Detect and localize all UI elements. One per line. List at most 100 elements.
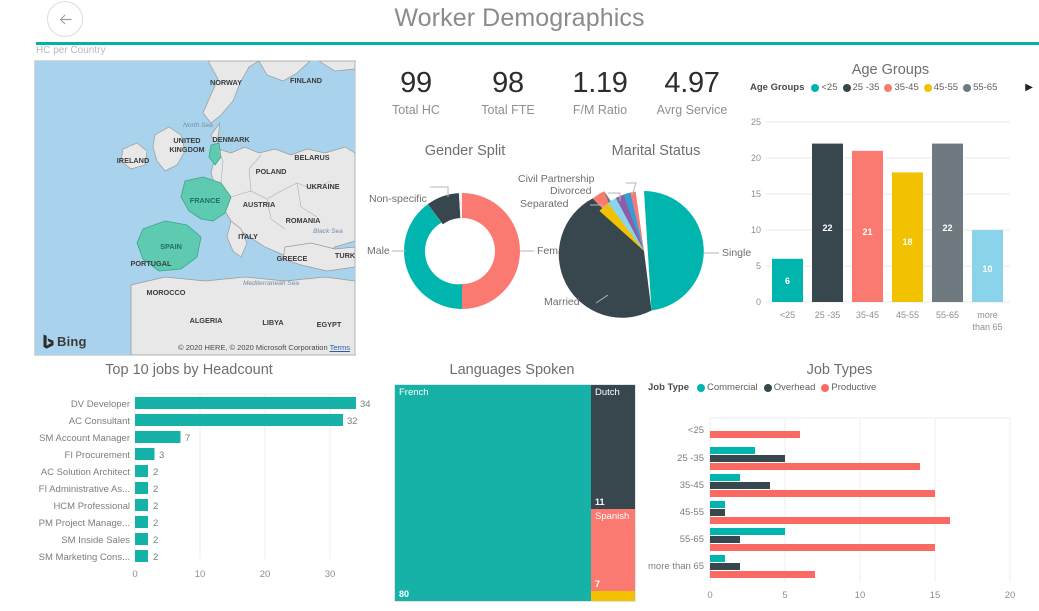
jtbar-35-45-productive[interactable] [710,490,935,497]
legend-dot-productive [821,383,830,392]
svg-text:AC Consultant: AC Consultant [69,416,131,427]
legend-item-25-35[interactable]: 25 -35 [842,82,880,93]
svg-text:than 65: than 65 [972,322,1002,332]
svg-text:30: 30 [325,569,336,580]
jobbar-dv-developer[interactable] [135,397,356,409]
job-types-title: Job Types [806,362,873,378]
legend-dot-55-65 [963,83,972,92]
svg-text:6: 6 [785,276,790,286]
svg-text:25: 25 [751,117,761,127]
kpi-fm-ratio[interactable]: 1.19 F/M Ratio [554,66,646,136]
treemap-tile-other[interactable] [591,591,635,601]
svg-text:UNITED: UNITED [173,136,200,145]
chevron-right-icon[interactable]: ▶ [1025,82,1033,93]
svg-text:UKRAINE: UKRAINE [306,182,339,191]
legend-label-55-65: 55-65 [973,82,998,93]
legend-item-productive[interactable]: Productive [821,382,876,393]
legend-item-55-65[interactable]: 55-65 [963,82,997,93]
accent-divider [36,42,1039,45]
treemap-label-french: French [399,387,429,398]
treemap-tile-dutch[interactable]: Dutch 11 [591,385,635,509]
svg-text:15: 15 [751,189,761,199]
slice-male[interactable] [404,204,462,309]
jtbar-25-35-commercial[interactable] [710,447,755,454]
jtbar-35-45-commercial[interactable] [710,474,740,481]
jtbar-55-65-productive[interactable] [710,544,935,551]
jtbar-more65-commercial[interactable] [710,555,725,562]
languages-spoken-title: Languages Spoken [449,362,575,378]
kpi-total-hc[interactable]: 99 Total HC [370,66,462,136]
legend-item-overhead[interactable]: Overhead [763,382,815,393]
svg-text:15: 15 [930,590,941,601]
age-groups-plot: 25 20 15 10 5 0 6 22 21 18 22 10 <25 25 … [742,114,1039,354]
jtbar-more65-overhead[interactable] [710,563,740,570]
jtbar-35-45-overhead[interactable] [710,482,770,489]
kpi-total-fte[interactable]: 98 Total FTE [462,66,554,136]
svg-text:0: 0 [756,297,761,307]
kpi-total-hc-value: 99 [400,67,432,99]
map-terms-link[interactable]: Terms [330,343,350,352]
marital-label-married: Married [544,296,580,308]
jt-group-55-65 [710,528,935,551]
jobbar-ac-solution-architect[interactable] [135,465,148,477]
kpi-fm-ratio-value: 1.19 [572,67,628,99]
svg-text:22: 22 [822,223,832,233]
svg-text:BELARUS: BELARUS [294,153,329,162]
treemap-tile-french[interactable]: French 80 [395,385,591,601]
legend-label-45-55: 45-55 [933,82,959,93]
svg-text:5: 5 [782,590,787,601]
svg-text:2: 2 [153,535,158,546]
jobbar-sm-account-manager[interactable] [135,431,181,443]
legend-label-25-35: 25 -35 [852,82,880,93]
jobbar-sm-marketing-cons[interactable] [135,550,148,562]
bing-label: Bing [57,334,87,349]
jtbar-45-55-commercial[interactable] [710,501,725,508]
jtbar-55-65-commercial[interactable] [710,528,785,535]
svg-text:35-45: 35-45 [680,480,704,491]
jtbar-25-35-productive[interactable] [710,463,920,470]
kpi-avrg-service[interactable]: 4.97 Avrg Service [646,66,738,136]
jobbar-fi-procurement[interactable] [135,448,155,460]
legend-item-35-45[interactable]: 35-45 [884,82,919,93]
svg-text:more: more [977,310,998,320]
hc-per-country-map[interactable]: NORWAY FINLAND DENMARK UNITED KINGDOM IR… [34,60,356,356]
svg-text:North Sea: North Sea [183,122,213,129]
legend-label-commercial: Commercial [707,382,758,393]
languages-spoken-chart[interactable]: Languages Spoken French 80 Dutch 11 Span… [386,362,638,606]
svg-text:2: 2 [153,467,158,478]
job-types-chart[interactable]: Job Types Job Type Commercial Overhead P… [640,362,1039,606]
legend-dot-overhead [763,383,772,392]
jtbar-more65-productive[interactable] [710,571,815,578]
legend-item-45-55[interactable]: 45-55 [923,82,959,93]
jtbar-45-55-productive[interactable] [710,517,950,524]
svg-text:MOROCCO: MOROCCO [147,288,186,297]
jobbar-fi-administrative[interactable] [135,482,148,494]
legend-item-commercial[interactable]: Commercial [697,382,758,393]
slice-single[interactable] [644,191,704,311]
svg-text:45-55: 45-55 [680,507,704,518]
top-jobs-title: Top 10 jobs by Headcount [105,362,273,378]
treemap-tile-spanish[interactable]: Spanish 7 [591,509,635,591]
jobbar-pm-project-manager[interactable] [135,516,148,528]
jobbar-ac-consultant[interactable] [135,414,343,426]
jtbar-25-35-overhead[interactable] [710,455,785,462]
top-jobs-chart[interactable]: Top 10 jobs by Headcount DV Developer AC… [0,362,378,606]
legend-label-lt25: <25 [821,82,838,93]
jtbar-lt25-productive[interactable] [710,431,800,438]
kpi-avrg-service-label: Avrg Service [656,103,728,117]
age-groups-chart[interactable]: Age Groups Age Groups <25 25 -35 35-45 4… [742,62,1039,354]
marital-label-separated: Separated [520,198,569,210]
kpi-total-fte-value: 98 [492,67,524,99]
svg-text:3: 3 [159,450,164,461]
jtbar-45-55-overhead[interactable] [710,509,725,516]
europe-map: NORWAY FINLAND DENMARK UNITED KINGDOM IR… [35,61,355,355]
jobbar-hcm-professional[interactable] [135,499,148,511]
slice-female[interactable] [462,193,520,309]
svg-text:POLAND: POLAND [256,167,287,176]
legend-item-lt25[interactable]: <25 [811,82,838,93]
marital-status-chart[interactable]: Marital Status Civil Partnership Divorce… [518,143,756,343]
jobbar-sm-inside-sales[interactable] [135,533,148,545]
svg-text:2: 2 [153,552,158,563]
jtbar-55-65-overhead[interactable] [710,536,740,543]
age-groups-bars: 25 20 15 10 5 0 6 22 21 18 22 10 <25 25 … [751,117,1010,332]
